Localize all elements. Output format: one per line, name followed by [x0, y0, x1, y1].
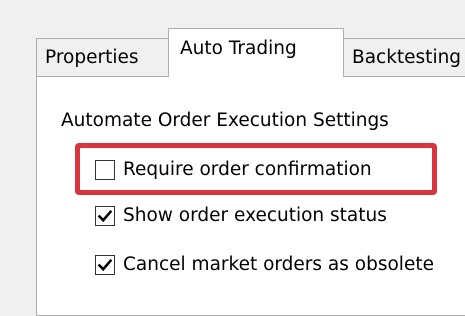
- cancel-market-orders-label: Cancel market orders as obsolete: [123, 254, 434, 275]
- cancel-market-orders-checkbox[interactable]: [95, 255, 115, 275]
- tab-auto-trading[interactable]: Auto Trading: [168, 28, 344, 77]
- cancel-market-orders-option[interactable]: Cancel market orders as obsolete: [95, 252, 434, 278]
- tab-backtesting[interactable]: Backtesting: [343, 38, 465, 76]
- automate-order-execution-settings-label: Automate Order Execution Settings: [61, 110, 389, 131]
- show-order-execution-status-option[interactable]: Show order execution status: [95, 203, 387, 229]
- show-order-execution-status-checkbox[interactable]: [95, 206, 115, 226]
- tab-properties[interactable]: Properties: [36, 38, 169, 76]
- tab-strip: Properties Auto Trading Backtesting: [0, 0, 465, 80]
- checkmark-icon: [97, 209, 113, 223]
- require-order-confirmation-checkbox[interactable]: [95, 160, 115, 180]
- require-order-confirmation-option[interactable]: Require order confirmation: [95, 157, 372, 183]
- require-order-confirmation-label: Require order confirmation: [123, 159, 372, 180]
- show-order-execution-status-label: Show order execution status: [123, 205, 387, 226]
- checkmark-icon: [97, 258, 113, 272]
- settings-dialog: Properties Auto Trading Backtesting Auto…: [0, 0, 465, 316]
